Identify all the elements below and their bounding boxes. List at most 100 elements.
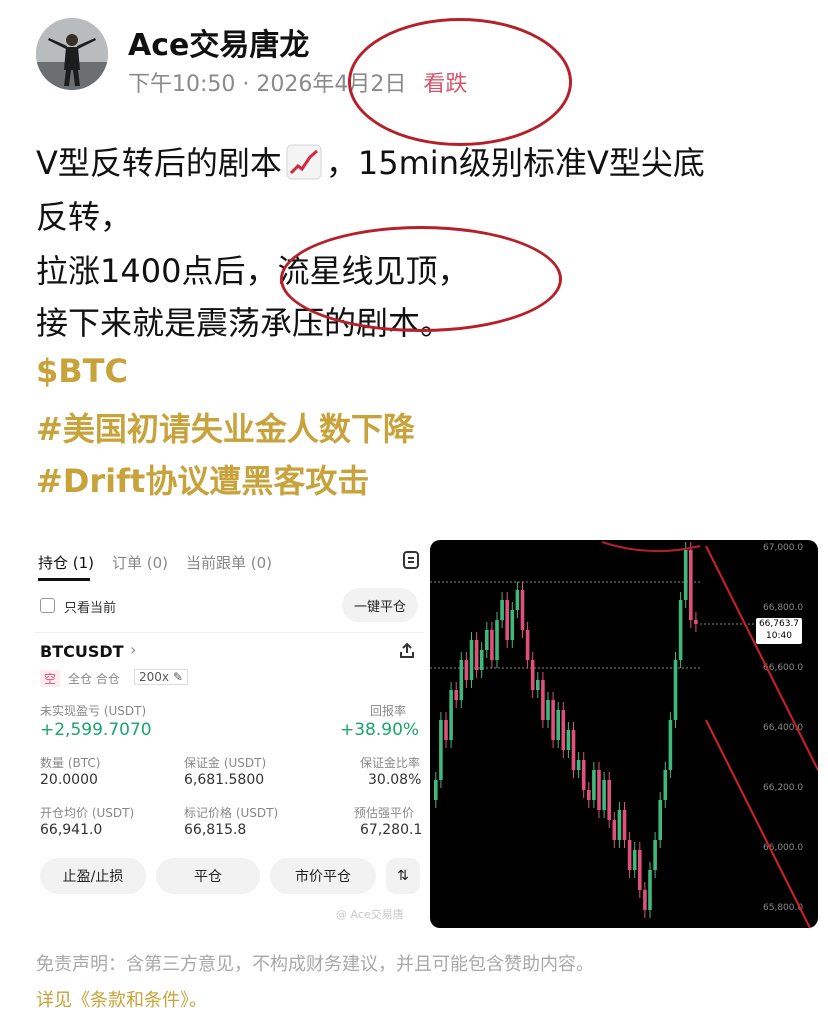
candle [683, 550, 688, 600]
annotation-trendline-upper [705, 545, 818, 771]
only-current-label: 只看当前 [64, 601, 117, 616]
candle [449, 690, 453, 740]
candle [673, 660, 678, 720]
tag-drift-hack[interactable]: #Drift协议遭黑客攻击 [36, 456, 369, 502]
candle [485, 630, 489, 650]
candle [541, 680, 545, 720]
candle [689, 550, 693, 620]
candle [617, 810, 622, 840]
candle [454, 690, 458, 700]
terms-link[interactable]: 详见《条款和条件》。 [36, 986, 207, 1012]
annotation-trendline-lower [705, 719, 811, 928]
tag-jobless-claims[interactable]: #美国初请失业金人数下降 [36, 404, 415, 450]
candle [479, 650, 484, 670]
candle [536, 680, 540, 690]
upnl-label: 未实现盈亏 (USDT) [40, 704, 147, 718]
candle [464, 660, 469, 680]
margin-ratio-label: 保证金比率 [360, 756, 421, 770]
y-tick-label: 67,000.0 [763, 543, 803, 553]
candle [571, 730, 576, 770]
tab-active-indicator [38, 578, 90, 581]
candle [668, 720, 673, 770]
candle [556, 710, 560, 740]
roi-label: 回报率 [370, 704, 407, 718]
chart-svg: 67,000.066,800.066,600.066,400.066,200.0… [430, 541, 818, 928]
tpsl-button[interactable]: 止盈/止损 [40, 858, 146, 894]
tab-positions[interactable]: 持仓 (1) [38, 552, 94, 573]
candle [638, 850, 642, 890]
candle [525, 630, 530, 660]
candle [663, 770, 668, 800]
y-tick-label: 66,200.0 [763, 783, 803, 793]
candle [444, 720, 448, 740]
market-close-button[interactable]: 市价平仓 [270, 858, 376, 894]
position-symbol[interactable]: BTCUSDT [40, 642, 124, 661]
qty-label: 数量 (BTC) [40, 756, 101, 770]
only-current-checkbox[interactable] [40, 598, 55, 613]
candle [632, 850, 637, 870]
candle [546, 700, 550, 720]
mark-label: 标记价格 (USDT) [184, 806, 279, 820]
candle [648, 870, 652, 910]
chevron-right-icon[interactable]: › [130, 640, 136, 659]
candle [500, 600, 504, 620]
share-icon[interactable] [398, 642, 416, 664]
post-line-1: V型反转后的剧本 ，15min级别标准V型尖底 [36, 136, 796, 190]
candle [653, 840, 657, 870]
entry-value: 66,941.0 [40, 822, 103, 838]
candle [439, 720, 443, 780]
post-text-1: V型反转后的剧本 [36, 144, 282, 182]
current-price: 66,763.7 [758, 619, 800, 629]
candle [520, 590, 525, 630]
candlestick-chart[interactable]: 67,000.0 66,800.0 66,600.0 66,400.0 66,200.0… [430, 540, 818, 928]
candle [551, 700, 555, 740]
y-tick-label: 66,800.0 [763, 603, 803, 613]
candle [434, 780, 438, 800]
candle [607, 780, 611, 820]
candle [490, 630, 494, 660]
avatar[interactable] [36, 18, 108, 90]
candle [627, 840, 632, 870]
tab-orders[interactable]: 订单 (0) [112, 552, 168, 573]
leverage-value: 200x [139, 670, 170, 684]
candle [459, 660, 464, 700]
candle [694, 620, 698, 624]
tag-btc[interactable]: $BTC [36, 352, 128, 390]
candle [505, 600, 509, 640]
margin-mode: 全仓 合仓 [68, 672, 120, 686]
close-all-button[interactable]: 一键平仓 [342, 588, 418, 622]
candle [597, 770, 601, 810]
margin-ratio-value: 30.08% [368, 772, 422, 788]
candle [474, 640, 479, 670]
candle [530, 660, 535, 690]
author-name[interactable]: Ace交易唐龙 [128, 20, 309, 64]
margin-label: 保证金 (USDT) [184, 756, 267, 770]
leverage-badge[interactable]: 200x ✎ [134, 669, 188, 685]
qty-value: 20.0000 [40, 772, 98, 788]
candle [561, 710, 566, 750]
liq-label: 预估强平价 [354, 806, 415, 820]
reverse-position-icon[interactable]: ⇅ [386, 858, 420, 894]
candle [612, 820, 617, 840]
mark-value: 66,815.8 [184, 822, 247, 838]
annotation-circle-sentiment [348, 18, 572, 146]
current-time: 10:40 [766, 631, 792, 641]
post-text-1-tail: ，15min级别标准V型尖底 [325, 144, 705, 182]
candle [469, 640, 474, 680]
candle [643, 890, 647, 910]
candle [658, 800, 662, 840]
meta-separator: · [242, 72, 250, 97]
candle [510, 610, 515, 640]
candle [602, 780, 606, 810]
entry-label: 开仓均价 (USDT) [40, 806, 135, 820]
disclaimer-text: 免责声明：含第三方意见，不构成财务建议，并且可能包含赞助内容。 [36, 954, 594, 975]
close-position-button[interactable]: 平仓 [156, 858, 260, 894]
candle [622, 810, 627, 840]
upnl-value: +2,599.7070 [40, 720, 152, 740]
annotation-circle-shooting-star [280, 226, 562, 332]
current-price-tag: 66,763.7 10:40 [756, 618, 802, 644]
tab-copy-trades[interactable]: 当前跟单 (0) [186, 552, 272, 573]
liq-value: 67,280.1 [360, 822, 423, 838]
positions-panel: 持仓 (1) 订单 (0) 当前跟单 (0) 只看当前 一键平仓 BTCUSDT… [34, 540, 424, 930]
document-icon[interactable] [402, 550, 420, 574]
